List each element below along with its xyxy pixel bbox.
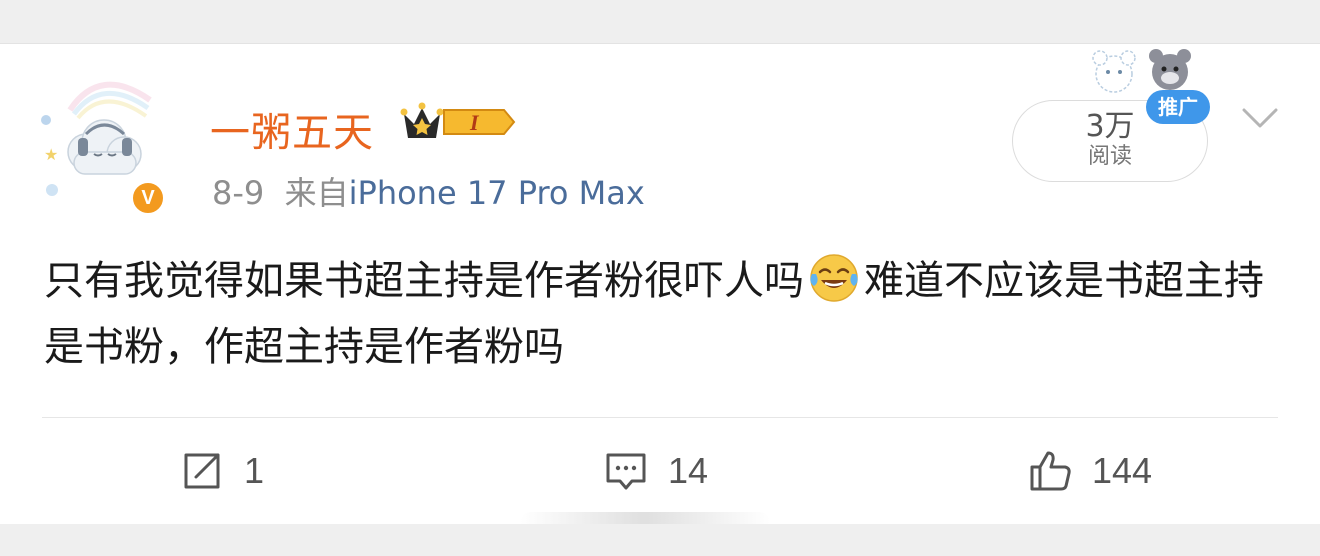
comment-button[interactable]: 14 [602,446,708,496]
comment-icon [606,453,646,490]
post-source[interactable]: iPhone 17 Pro Max [349,174,645,212]
svg-text:★: ★ [44,145,58,164]
promo-badge[interactable]: 推广 [1146,90,1210,124]
like-button[interactable]: 144 [1026,446,1152,496]
comment-count: 14 [668,450,709,491]
post-text: 只有我觉得如果书超主持是作者粉很吓人吗 难道不应该是书超主持是书粉，作超主持是作… [44,248,1284,380]
chevron-down-icon[interactable] [1240,100,1280,136]
crown-icon[interactable]: I [400,100,518,144]
repost-icon [184,453,220,489]
verified-badge: V [130,180,166,216]
feed-gap-top [0,0,1320,44]
post-text-part1: 只有我觉得如果书超主持是作者粉很吓人吗 [44,258,804,304]
username[interactable]: 一粥五天 [210,100,374,158]
post-date: 8-9 [212,174,265,212]
source-prefix: 来自 [284,174,349,212]
like-icon [1030,451,1071,491]
feed-gap-bottom [0,524,1320,556]
vip-level: I [469,110,480,135]
reads-label: 阅读 [1087,144,1132,169]
post-meta: 8-9 来自iPhone 17 Pro Max [212,168,645,214]
divider [42,417,1278,418]
repost-button[interactable]: 1 [178,446,264,496]
repost-count: 1 [244,450,265,491]
laughing-tears-emoji [810,254,858,302]
like-count: 144 [1092,450,1153,491]
